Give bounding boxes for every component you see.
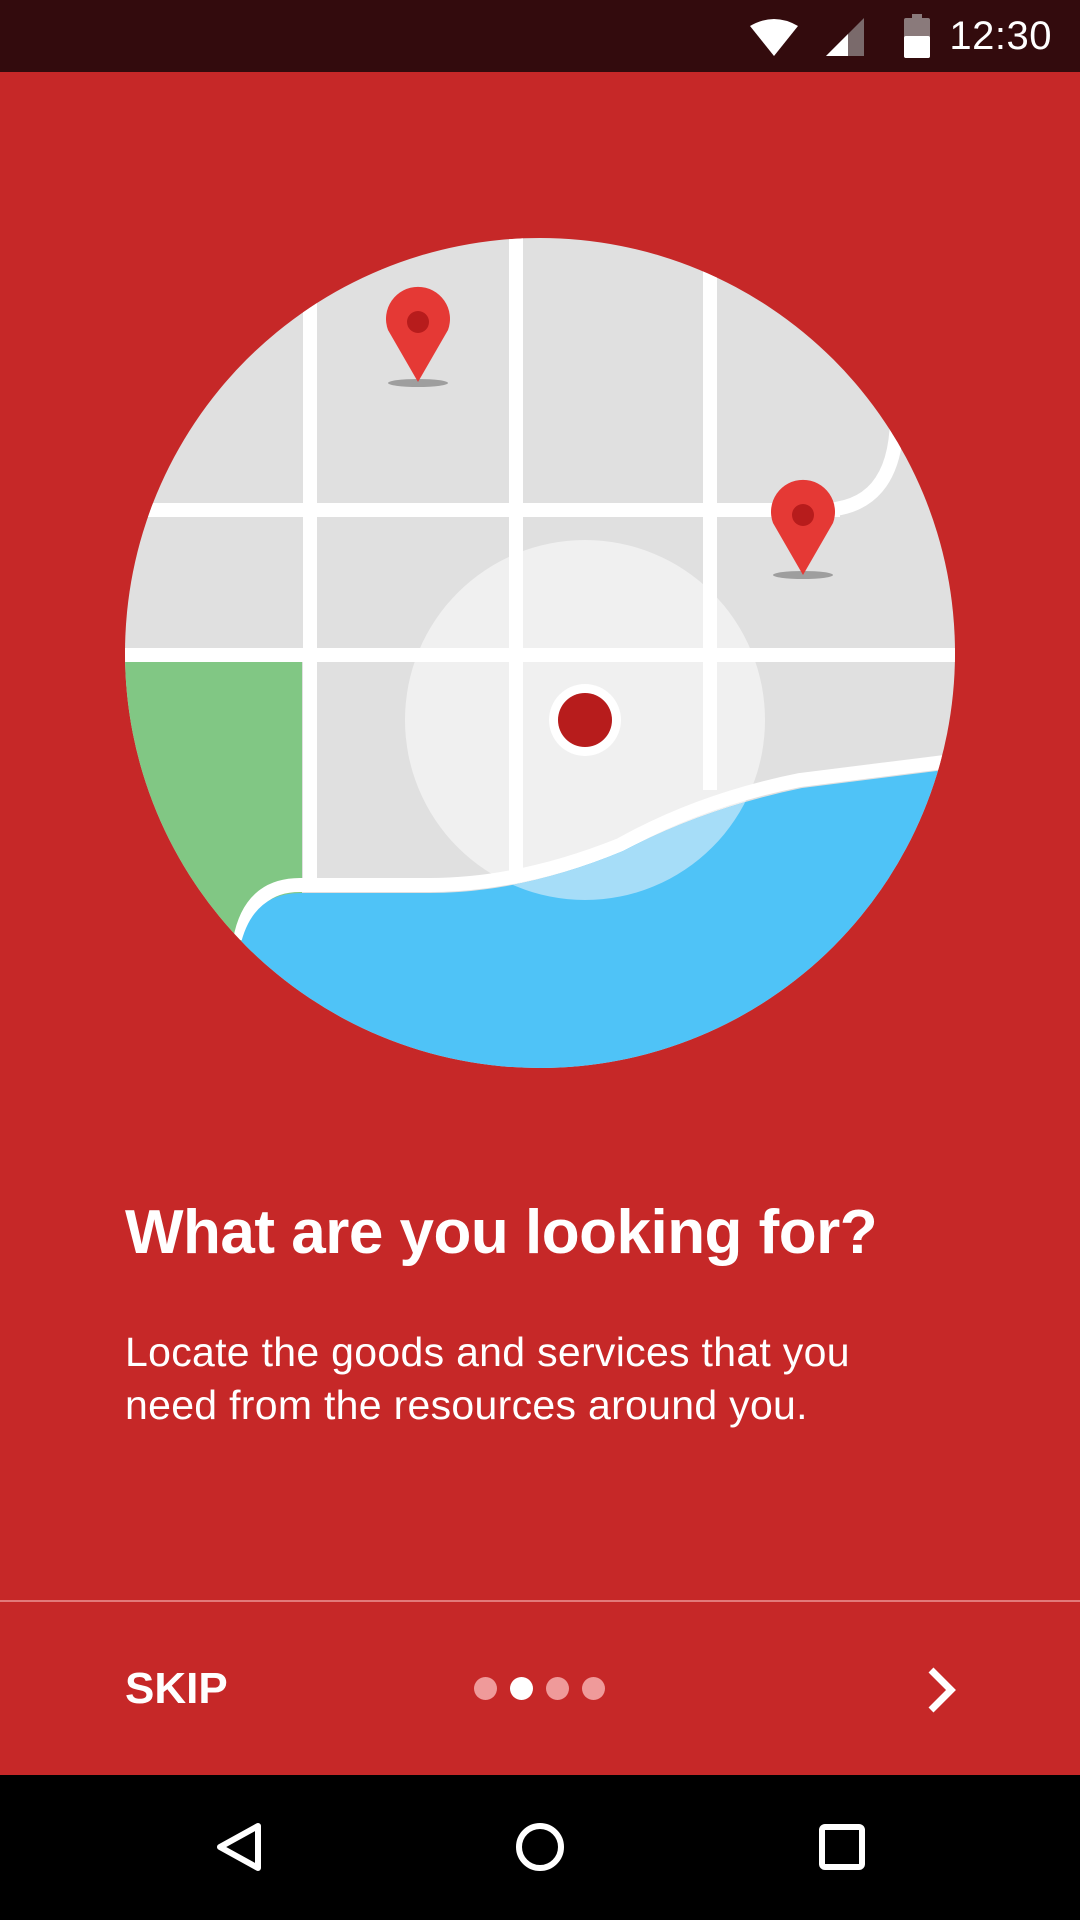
status-bar: 12:30 [0, 0, 1080, 72]
back-triangle-icon[interactable] [195, 1802, 285, 1892]
page-indicator [474, 1676, 605, 1702]
page-dot-active [510, 1677, 533, 1700]
bottom-bar: SKIP [0, 1602, 1080, 1775]
page-dot [474, 1677, 497, 1700]
page-description: Locate the goods and services that you n… [125, 1329, 850, 1428]
page-dot [582, 1677, 605, 1700]
current-location-icon [549, 684, 621, 756]
battery-icon [904, 14, 930, 58]
home-circle-icon[interactable] [495, 1802, 585, 1892]
skip-button[interactable]: SKIP [125, 1654, 228, 1724]
chevron-right-icon[interactable] [908, 1654, 978, 1724]
map-illustration [125, 238, 955, 1068]
page-dot [546, 1677, 569, 1700]
wifi-icon [750, 19, 798, 56]
cellular-signal-icon [826, 18, 864, 56]
page-title: What are you looking for? [125, 1198, 878, 1267]
recents-square-icon[interactable] [797, 1802, 887, 1892]
status-time: 12:30 [949, 14, 1052, 58]
navigation-bar [0, 1775, 1080, 1920]
